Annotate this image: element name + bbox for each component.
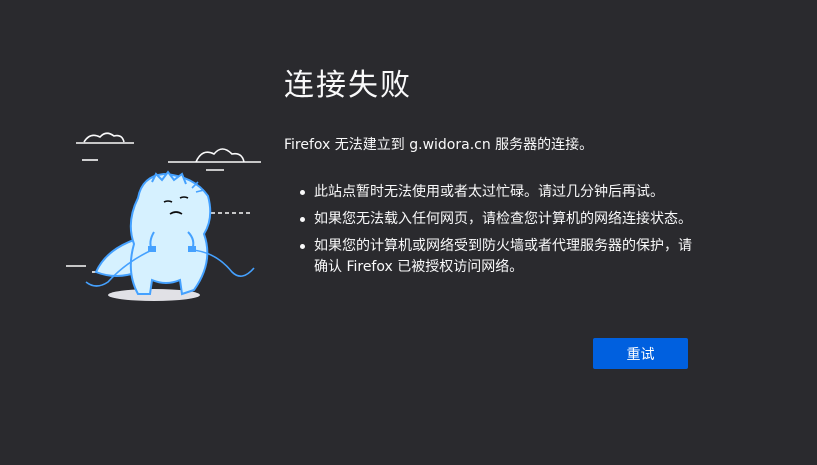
- reason-item: 如果您的计算机或网络受到防火墙或者代理服务器的保护，请确认 Firefox 已被…: [300, 236, 694, 278]
- error-page: 连接失败 Firefox 无法建立到 g.widora.cn 服务器的连接。 此…: [0, 0, 817, 465]
- dinosaur-unplugged-illustration: [66, 132, 261, 301]
- reason-item: 此站点暂时无法使用或者太过忙碌。请过几分钟后再试。: [300, 182, 694, 203]
- reason-item: 如果您无法载入任何网页，请检查您计算机的网络连接状态。: [300, 209, 694, 230]
- page-title: 连接失败: [284, 68, 412, 103]
- retry-button[interactable]: 重试: [593, 338, 688, 369]
- reason-list: 此站点暂时无法使用或者太过忙碌。请过几分钟后再试。 如果您无法载入任何网页，请检…: [284, 182, 694, 278]
- error-description: Firefox 无法建立到 g.widora.cn 服务器的连接。: [284, 137, 594, 153]
- cloud-icon: [83, 132, 245, 163]
- error-content: 连接失败 Firefox 无法建立到 g.widora.cn 服务器的连接。 此…: [284, 60, 704, 284]
